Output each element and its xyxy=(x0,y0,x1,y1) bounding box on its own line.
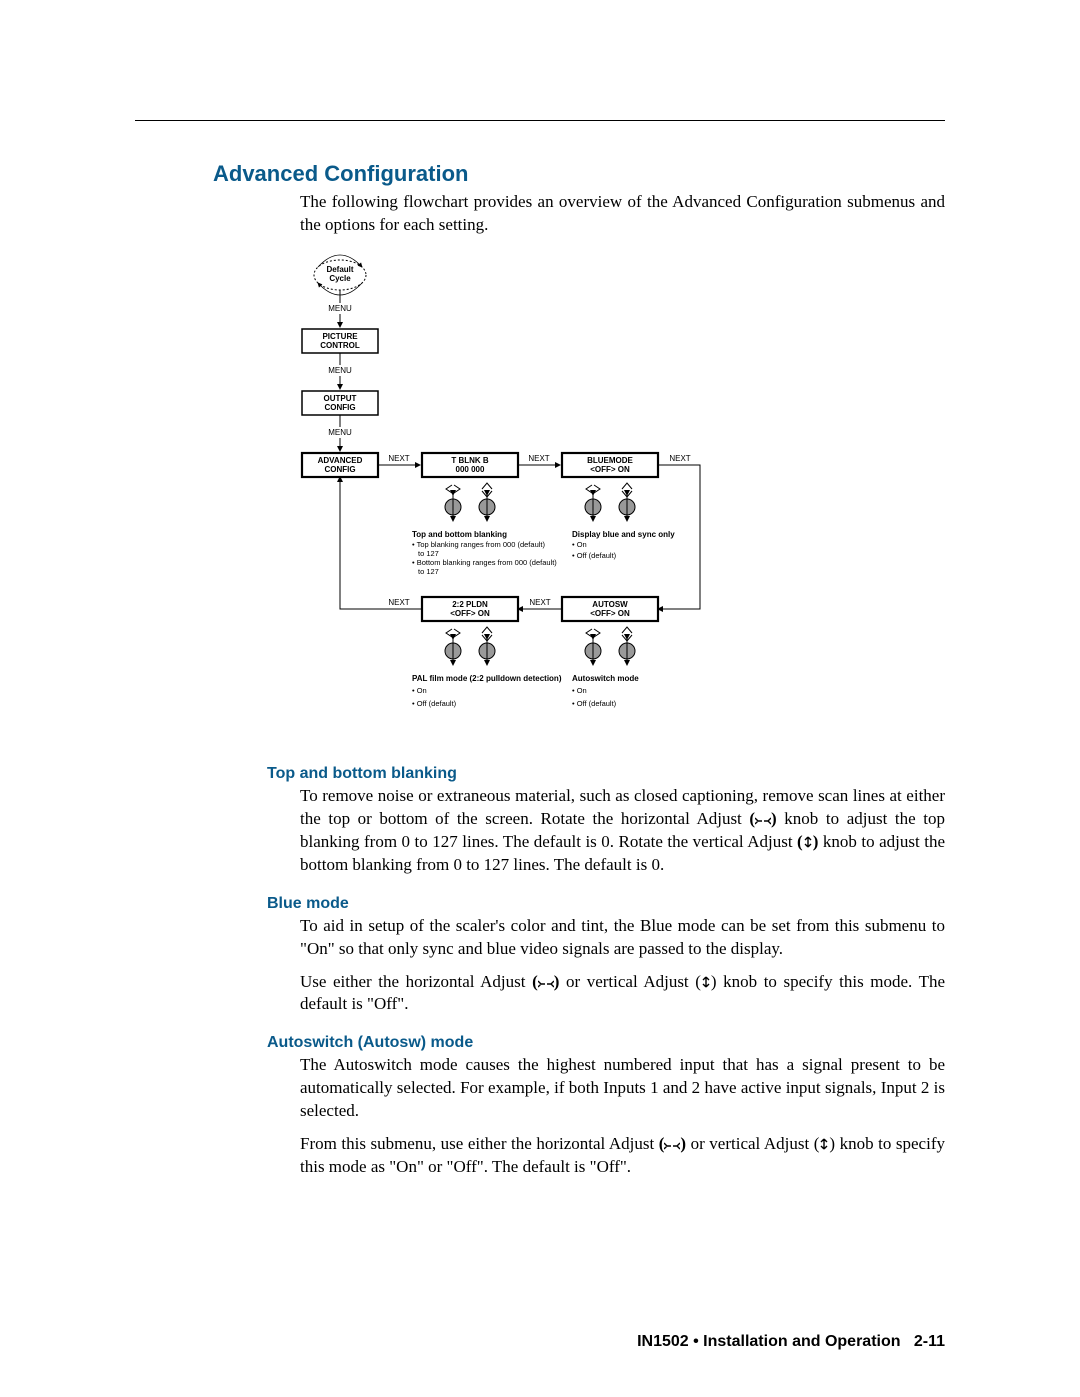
blnk-box-line1: T BLNK B xyxy=(451,456,489,465)
pldn-note-b2: • Off (default) xyxy=(412,699,457,708)
top-rule xyxy=(135,120,945,121)
blue-note-b2: • Off (default) xyxy=(572,551,617,560)
menu-label-2: MENU xyxy=(328,366,352,375)
bluemode-box-line2: <OFF> ON xyxy=(590,465,630,474)
left-right-arrow-icon xyxy=(755,809,771,828)
autosw-paragraph-1: The Autoswitch mode causes the highest n… xyxy=(300,1054,945,1123)
blnk-note-title: Top and bottom blanking xyxy=(412,530,507,539)
svg-text:T BLNK B000 000: T BLNK B000 000 xyxy=(451,456,489,474)
blue-note-title: Display blue and sync only xyxy=(572,530,675,539)
advanced-config-box: ADVANCED xyxy=(318,456,363,465)
blnk-note-b2: • Bottom blanking ranges from 000 (defau… xyxy=(412,558,557,576)
svg-text:BLUEMODE<OFF> ON: BLUEMODE<OFF> ON xyxy=(587,456,633,474)
menu-label-1: MENU xyxy=(328,304,352,313)
svg-text:AUTOSW<OFF> ON: AUTOSW<OFF> ON xyxy=(590,600,630,618)
footer-text: IN1502 • Installation and Operation xyxy=(637,1333,900,1350)
next-label-5: NEXT xyxy=(388,598,409,607)
next-label-3: NEXT xyxy=(669,454,690,463)
next-label-2: NEXT xyxy=(528,454,549,463)
output-config-box: OUTPUT xyxy=(324,394,357,403)
page-footer: IN1502 • Installation and Operation 2-11 xyxy=(637,1333,945,1351)
blank-heading: Top and bottom blanking xyxy=(267,765,945,783)
manual-page: Advanced Configuration The following flo… xyxy=(0,0,1080,1397)
menu-label-3: MENU xyxy=(328,428,352,437)
up-down-arrow-icon xyxy=(819,1134,829,1153)
svg-text:PICTURECONTROL: PICTURECONTROL xyxy=(320,332,360,350)
blue-paragraph-1: To aid in setup of the scaler's color an… xyxy=(300,915,945,961)
up-down-arrow-icon xyxy=(803,832,813,851)
next-label-4: NEXT xyxy=(529,598,550,607)
flowchart-diagram: DefaultCycle MENU PICTURECONTROL MENU OU… xyxy=(300,247,860,737)
default-cycle-label: Default xyxy=(326,265,353,274)
pldn-note-b1: • On xyxy=(412,686,427,695)
blank-paragraph: To remove noise or extraneous material, … xyxy=(300,785,945,877)
svg-text:OUTPUTCONFIG: OUTPUTCONFIG xyxy=(324,394,357,412)
autosw-paragraph-2: From this submenu, use either the horizo… xyxy=(300,1133,945,1179)
left-right-arrow-icon xyxy=(538,972,554,991)
autosw-note-b1: • On xyxy=(572,686,587,695)
footer-page-number: 2-11 xyxy=(914,1333,945,1350)
pldn-box-line1: 2:2 PLDN xyxy=(452,600,488,609)
page-title: Advanced Configuration xyxy=(213,161,945,187)
svg-text:DefaultCycle: DefaultCycle xyxy=(326,265,353,283)
blnk-box-line2: 000 000 xyxy=(456,465,485,474)
autosw-box-line2: <OFF> ON xyxy=(590,609,630,618)
bluemode-box-line1: BLUEMODE xyxy=(587,456,633,465)
blue-paragraph-2: Use either the horizontal Adjust () or v… xyxy=(300,971,945,1017)
left-right-arrow-icon xyxy=(664,1134,680,1153)
blnk-note-b1: • Top blanking ranges from 000 (default)… xyxy=(412,540,545,558)
intro-paragraph: The following flowchart provides an over… xyxy=(300,191,945,237)
autosw-box-line1: AUTOSW xyxy=(592,600,628,609)
picture-control-box: PICTURE xyxy=(322,332,358,341)
autosw-heading: Autoswitch (Autosw) mode xyxy=(267,1034,945,1052)
svg-text:2:2 PLDN<OFF> ON: 2:2 PLDN<OFF> ON xyxy=(450,600,490,618)
blue-note-b1: • On xyxy=(572,540,587,549)
blue-heading: Blue mode xyxy=(267,895,945,913)
pldn-box-line2: <OFF> ON xyxy=(450,609,490,618)
autosw-note-title: Autoswitch mode xyxy=(572,674,639,683)
up-down-arrow-icon xyxy=(701,972,711,991)
svg-text:ADVANCEDCONFIG: ADVANCEDCONFIG xyxy=(318,456,363,474)
pldn-note-title: PAL film mode (2:2 pulldown detection) xyxy=(412,674,562,683)
autosw-note-b2: • Off (default) xyxy=(572,699,617,708)
next-label-1: NEXT xyxy=(388,454,409,463)
